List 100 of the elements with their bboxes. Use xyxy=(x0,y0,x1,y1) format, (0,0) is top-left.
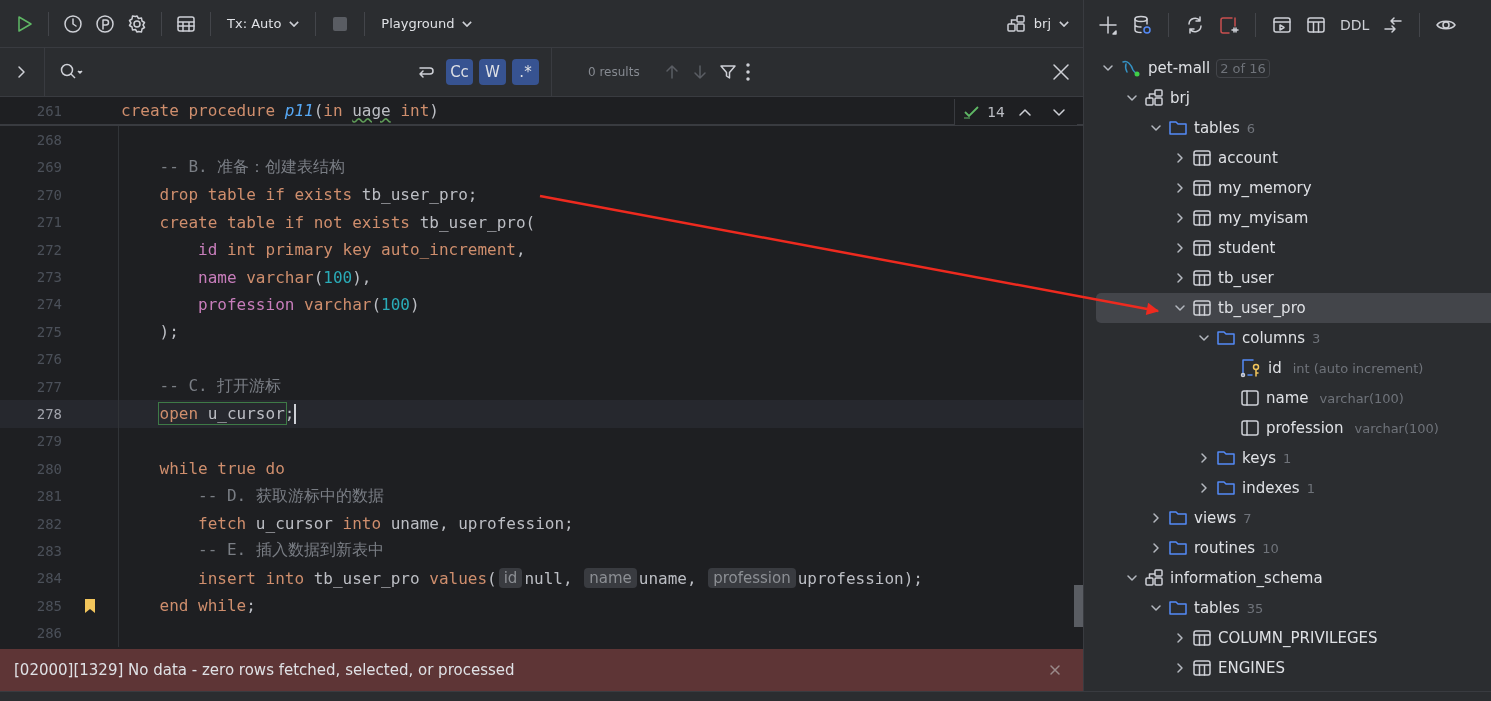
table-icon xyxy=(1192,629,1212,647)
tree-item[interactable]: my_memory xyxy=(1096,173,1491,203)
tree-item-label: account xyxy=(1218,149,1278,167)
tree-item-label: tb_user_pro xyxy=(1218,299,1306,317)
tree-item[interactable]: tables 6 xyxy=(1096,113,1491,143)
schema-icon xyxy=(1005,13,1026,34)
search-option-toggle[interactable]: W xyxy=(479,59,506,85)
chevron-down-icon xyxy=(462,20,473,27)
session-dropdown[interactable]: Playground xyxy=(375,12,479,35)
code-text: null, xyxy=(524,568,574,588)
tree-item-label: id xyxy=(1268,359,1282,377)
tree-item[interactable]: keys 1 xyxy=(1096,443,1491,473)
chevron-down-icon xyxy=(1059,20,1069,27)
code-text: name varchar(100), xyxy=(197,267,372,287)
tree-item-label: COLUMN_PRIVILEGES xyxy=(1218,629,1378,647)
tree-item-label: routines xyxy=(1194,539,1256,557)
compare-icon xyxy=(1383,15,1404,35)
tree-item-label: student xyxy=(1218,239,1276,257)
tree-item[interactable]: tables 35 xyxy=(1096,593,1491,623)
code-text: create table if not exists tb_user_pro( xyxy=(158,212,536,232)
tree-item[interactable]: COLUMN_PRIVILEGES xyxy=(1096,623,1491,653)
column-type: varchar(100) xyxy=(1354,420,1439,436)
parameter-hint: id xyxy=(498,568,523,589)
code-text: fetch u_cursor into uname, uprofession; xyxy=(197,514,574,534)
column-icon xyxy=(1240,389,1260,407)
tree-item[interactable]: student xyxy=(1096,233,1491,263)
parameter-hint: profession xyxy=(708,568,796,589)
schema-icon xyxy=(1144,88,1164,108)
text-cursor xyxy=(294,404,296,424)
table-icon xyxy=(176,13,196,34)
search-option-toggle[interactable]: .* xyxy=(512,59,539,85)
folder-icon xyxy=(1216,479,1236,497)
line-number: 278 xyxy=(35,406,62,422)
tree-item-label: information_schema xyxy=(1170,569,1323,587)
tree-item[interactable]: tb_user xyxy=(1096,263,1491,293)
table-icon xyxy=(1192,299,1212,317)
code-text: uname, xyxy=(638,568,698,588)
tree-item-label: views xyxy=(1194,509,1237,527)
tree-item-label: my_myisam xyxy=(1218,209,1309,227)
item-count: 10 xyxy=(1262,540,1279,556)
database-settings-icon xyxy=(1132,15,1152,35)
code-text: -- D. 获取游标中的数据 xyxy=(197,485,384,507)
table-icon xyxy=(1192,659,1212,677)
parameter-icon xyxy=(95,13,115,34)
code-text: uprofession); xyxy=(797,568,923,588)
code-text: end while; xyxy=(158,596,256,616)
scrollbar-thumb[interactable] xyxy=(1074,585,1083,627)
parameter-hint: name xyxy=(584,568,637,589)
table-icon xyxy=(1306,15,1326,35)
tree-item[interactable]: id int (auto increment) xyxy=(1096,353,1491,383)
code-text: id int primary key auto_increment, xyxy=(197,240,526,260)
folder-icon xyxy=(1168,599,1188,617)
tree-item[interactable]: views 7 xyxy=(1096,503,1491,533)
tree-item[interactable]: information_schema xyxy=(1096,563,1491,593)
schema-dropdown[interactable]: brj xyxy=(999,9,1075,38)
tree-item-label: my_memory xyxy=(1218,179,1312,197)
folder-icon xyxy=(1216,329,1236,347)
folder-icon xyxy=(1168,119,1188,137)
tree-item[interactable]: columns 3 xyxy=(1096,323,1491,353)
item-count: 1 xyxy=(1306,480,1315,496)
code-text: ; xyxy=(284,404,295,424)
tree-item[interactable]: name varchar(100) xyxy=(1096,383,1491,413)
item-count: 7 xyxy=(1243,510,1252,526)
transaction-mode-dropdown[interactable]: Tx: Auto xyxy=(221,12,306,35)
chevron-down-icon xyxy=(289,20,300,27)
key-column-icon xyxy=(1240,358,1262,378)
tree-item[interactable]: tb_user_pro xyxy=(1096,293,1491,323)
tree-item-label: columns xyxy=(1242,329,1306,347)
ddl-button[interactable]: DDL xyxy=(1336,13,1374,37)
item-count: 3 xyxy=(1312,330,1321,346)
tree-item[interactable]: indexes 1 xyxy=(1096,473,1491,503)
more-icon xyxy=(745,62,750,82)
tree-item[interactable]: brj xyxy=(1096,83,1491,113)
schema-icon xyxy=(1144,568,1164,588)
code-text: drop table if exists tb_user_pro; xyxy=(158,185,478,205)
table-icon xyxy=(1192,239,1212,257)
refresh-icon xyxy=(1185,15,1205,35)
history-icon xyxy=(63,13,83,34)
console-icon xyxy=(1272,15,1292,35)
highlighted-code: open u_cursor xyxy=(159,404,285,424)
tree-item[interactable]: ENGINES xyxy=(1096,653,1491,683)
item-count: 35 xyxy=(1246,600,1264,616)
check-icon xyxy=(963,105,982,119)
tree-item-label: tb_user xyxy=(1218,269,1274,287)
tree-item[interactable]: account xyxy=(1096,143,1491,173)
table-icon xyxy=(1192,209,1212,227)
table-icon xyxy=(1192,269,1212,287)
column-type: int (auto increment) xyxy=(1292,360,1424,376)
column-type: varchar(100) xyxy=(1319,390,1404,406)
code-text: create procedure p11(in uage int) xyxy=(121,101,439,121)
table-icon xyxy=(1192,149,1212,167)
tree-item-label: profession xyxy=(1266,419,1344,437)
tree-item[interactable]: my_myisam xyxy=(1096,203,1491,233)
tree-item[interactable]: profession varchar(100) xyxy=(1096,413,1491,443)
code-text: ); xyxy=(158,322,179,342)
tree-item-label: brj xyxy=(1170,89,1190,107)
tree-item[interactable]: routines 10 xyxy=(1096,533,1491,563)
search-option-toggle[interactable]: Cc xyxy=(446,59,473,85)
tree-item[interactable]: pet-mall 2 of 16 xyxy=(1096,53,1491,83)
schema-count-badge: 2 of 16 xyxy=(1216,58,1270,78)
